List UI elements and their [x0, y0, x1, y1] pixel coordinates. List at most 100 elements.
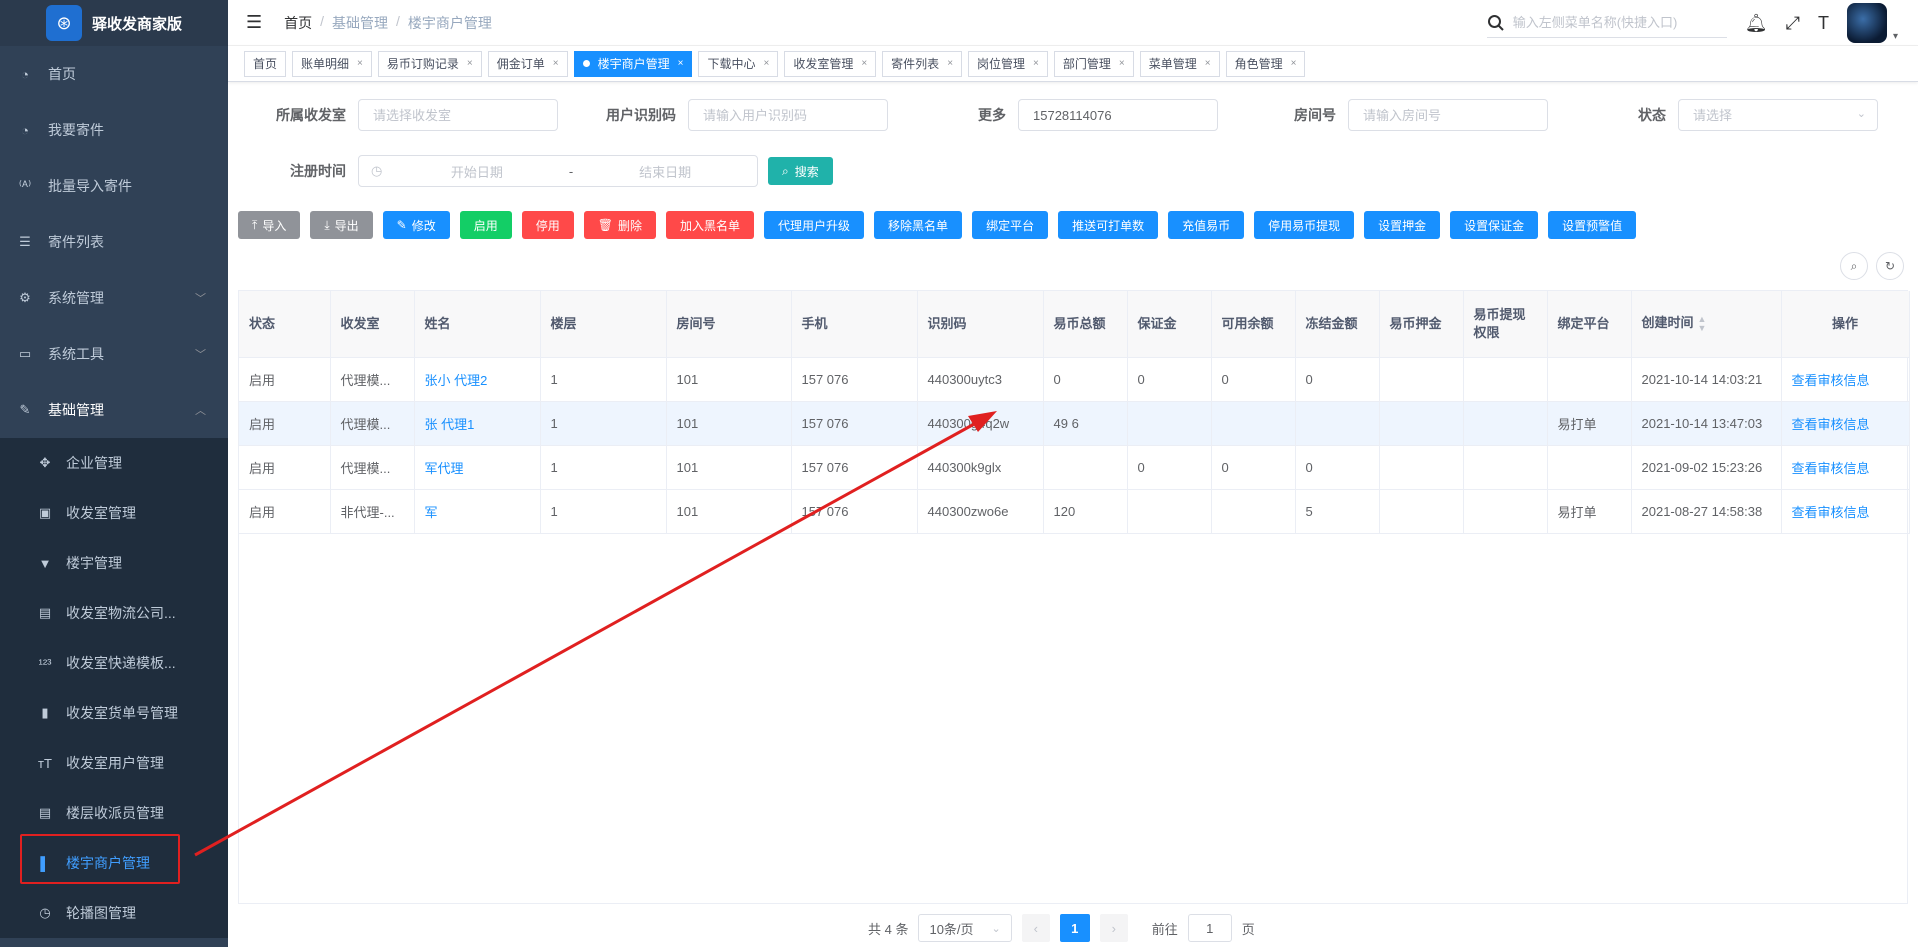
- page-size-select[interactable]: 10条/页 ⌄: [918, 914, 1012, 942]
- cell-name[interactable]: 军: [414, 489, 541, 534]
- tab-9[interactable]: 部门管理 ×: [1053, 50, 1134, 77]
- sidebar-item-0[interactable]: ◔ 首页: [0, 46, 228, 102]
- table-row[interactable]: 启用 代理模... 军代理 1 101 157 076 440300k9glx 0 0 0 2021…: [239, 445, 1910, 490]
- room-select[interactable]: [358, 99, 558, 131]
- table-row[interactable]: 启用 代理模... 张小 代理2 1 101 157 076 440300uytc3 0 0 0 0…: [239, 357, 1910, 402]
- start-date[interactable]: 开始日期: [385, 162, 569, 181]
- action-button-13[interactable]: 设置押金: [1364, 211, 1441, 239]
- search-button[interactable]: ⌕ 搜索: [768, 157, 833, 185]
- action-button-10[interactable]: 推送可打单数: [1058, 211, 1159, 239]
- tab-5[interactable]: 下载中心 ×: [698, 50, 779, 77]
- cell-name[interactable]: 张小 代理2: [414, 357, 541, 402]
- more-input[interactable]: [1018, 99, 1218, 131]
- close-icon[interactable]: ×: [1033, 58, 1039, 69]
- breadcrumb-home[interactable]: 首页: [284, 13, 312, 33]
- cell-op[interactable]: 查看审核信息: [1781, 401, 1910, 446]
- tab-4[interactable]: 楼宇商户管理 ×: [573, 50, 693, 77]
- cell-value[interactable]: 查看审核信息: [1792, 505, 1870, 520]
- sort-icon[interactable]: ▲ ▼: [1698, 315, 1707, 333]
- sidebar-item-2[interactable]: ⁽ᴬ⁾ 批量导入寄件: [0, 158, 228, 214]
- toggle-search-icon[interactable]: ⌕: [1840, 252, 1868, 280]
- submenu-item-1[interactable]: ▣ 收发室管理: [0, 488, 228, 538]
- cell-op[interactable]: 查看审核信息: [1781, 357, 1910, 402]
- submenu-item-2[interactable]: ▼ 楼宇管理: [0, 538, 228, 588]
- submenu-item-7[interactable]: ▤ 楼层收派员管理: [0, 788, 228, 838]
- cell-value[interactable]: 军: [425, 505, 438, 520]
- close-icon[interactable]: ×: [763, 58, 769, 69]
- action-button-12[interactable]: 停用易币提现: [1254, 211, 1355, 239]
- refresh-icon[interactable]: ↻: [1876, 252, 1904, 280]
- close-icon[interactable]: ×: [1119, 58, 1125, 69]
- submenu-item-6[interactable]: ᴛT 收发室用户管理: [0, 738, 228, 788]
- action-button-6[interactable]: 加入黑名单: [666, 211, 755, 239]
- sidebar-item-6[interactable]: ✎ 基础管理 ︿: [0, 382, 228, 438]
- close-icon[interactable]: ×: [1291, 58, 1297, 69]
- tab-8[interactable]: 岗位管理 ×: [968, 50, 1048, 77]
- action-button-2[interactable]: ✎ 修改: [382, 211, 450, 239]
- room-select-input[interactable]: [358, 99, 558, 131]
- action-button-9[interactable]: 绑定平台: [972, 211, 1049, 239]
- close-icon[interactable]: ×: [861, 58, 867, 69]
- cell-value[interactable]: 查看审核信息: [1792, 461, 1870, 476]
- close-icon[interactable]: ×: [553, 58, 559, 69]
- action-button-7[interactable]: 代理用户升级: [764, 211, 865, 239]
- action-button-3[interactable]: 启用: [459, 211, 512, 239]
- cell-op[interactable]: 查看审核信息: [1781, 445, 1910, 490]
- menu-search-input[interactable]: [1512, 15, 1723, 30]
- next-page-button[interactable]: ›: [1099, 914, 1128, 942]
- sidebar-item-1[interactable]: ◔ 我要寄件: [0, 102, 228, 158]
- caret-down-icon[interactable]: ▾: [1893, 31, 1898, 42]
- room-no-input[interactable]: [1348, 99, 1548, 131]
- tab-1[interactable]: 账单明细 ×: [292, 50, 372, 77]
- bell-icon[interactable]: 🔔︎: [1745, 13, 1768, 34]
- cell-name[interactable]: 军代理: [414, 445, 541, 490]
- cell-value[interactable]: 查看审核信息: [1792, 373, 1870, 388]
- action-button-8[interactable]: 移除黑名单: [874, 211, 963, 239]
- cell-value[interactable]: 张小 代理2: [425, 373, 488, 388]
- submenu-item-9[interactable]: ◷ 轮播图管理: [0, 888, 228, 938]
- hamburger-icon[interactable]: ☰: [246, 12, 262, 33]
- action-button-15[interactable]: 设置预警值: [1548, 211, 1637, 239]
- tab-10[interactable]: 菜单管理 ×: [1139, 50, 1220, 77]
- action-button-5[interactable]: 🗑︎ 删除: [583, 211, 657, 239]
- submenu-item-0[interactable]: ✥ 企业管理: [0, 438, 228, 488]
- tab-3[interactable]: 佣金订单 ×: [487, 50, 568, 77]
- user-code-input[interactable]: [688, 99, 888, 131]
- avatar[interactable]: [1846, 3, 1887, 43]
- status-select-input[interactable]: [1678, 99, 1878, 131]
- tab-7[interactable]: 寄件列表 ×: [882, 50, 963, 77]
- close-icon[interactable]: ×: [678, 58, 684, 69]
- cell-op[interactable]: 查看审核信息: [1781, 489, 1910, 534]
- tab-6[interactable]: 收发室管理 ×: [784, 50, 877, 77]
- close-icon[interactable]: ×: [467, 58, 473, 69]
- cell-value[interactable]: 军代理: [425, 461, 464, 476]
- sidebar-item-4[interactable]: ⚙ 系统管理 ﹀: [0, 270, 228, 326]
- prev-page-button[interactable]: ‹: [1021, 914, 1050, 942]
- submenu-item-3[interactable]: ▤ 收发室物流公司...: [0, 588, 228, 638]
- page-number-current[interactable]: 1: [1059, 914, 1090, 942]
- search-icon[interactable]: [1487, 14, 1505, 32]
- action-button-0[interactable]: ⤒ 导入: [238, 211, 301, 239]
- cell-name[interactable]: 张 代理1: [414, 401, 541, 446]
- sidebar-item-3[interactable]: ☰ 寄件列表: [0, 214, 228, 270]
- action-button-4[interactable]: 停用: [521, 211, 574, 239]
- cell-value[interactable]: 张 代理1: [425, 417, 475, 432]
- text-size-icon[interactable]: T: [1818, 13, 1829, 34]
- cell-value[interactable]: 查看审核信息: [1792, 417, 1870, 432]
- tab-0[interactable]: 首页: [244, 50, 287, 77]
- fullscreen-icon[interactable]: ⤢: [1786, 13, 1800, 34]
- close-icon[interactable]: ×: [1205, 58, 1211, 69]
- table-row[interactable]: 启用 代理模... 张 代理1 1 101 157 076 440300g4q2w 49 6 易…: [239, 401, 1910, 446]
- goto-page-input[interactable]: [1187, 914, 1232, 942]
- status-select[interactable]: ⌄: [1678, 99, 1878, 131]
- close-icon[interactable]: ×: [947, 58, 953, 69]
- submenu-item-4[interactable]: ¹²³ 收发室快递模板...: [0, 638, 228, 688]
- action-button-14[interactable]: 设置保证金: [1450, 211, 1539, 239]
- tab-2[interactable]: 易币订购记录 ×: [377, 50, 482, 77]
- submenu-item-5[interactable]: ▮ 收发室货单号管理: [0, 688, 228, 738]
- action-button-11[interactable]: 充值易币: [1168, 211, 1245, 239]
- close-icon[interactable]: ×: [357, 58, 363, 69]
- tab-11[interactable]: 角色管理 ×: [1225, 50, 1306, 77]
- table-row[interactable]: 启用 非代理-... 军 1 101 157 076 440300zwo6e 120 5 易打单 2…: [239, 489, 1910, 534]
- end-date[interactable]: 结束日期: [573, 162, 757, 181]
